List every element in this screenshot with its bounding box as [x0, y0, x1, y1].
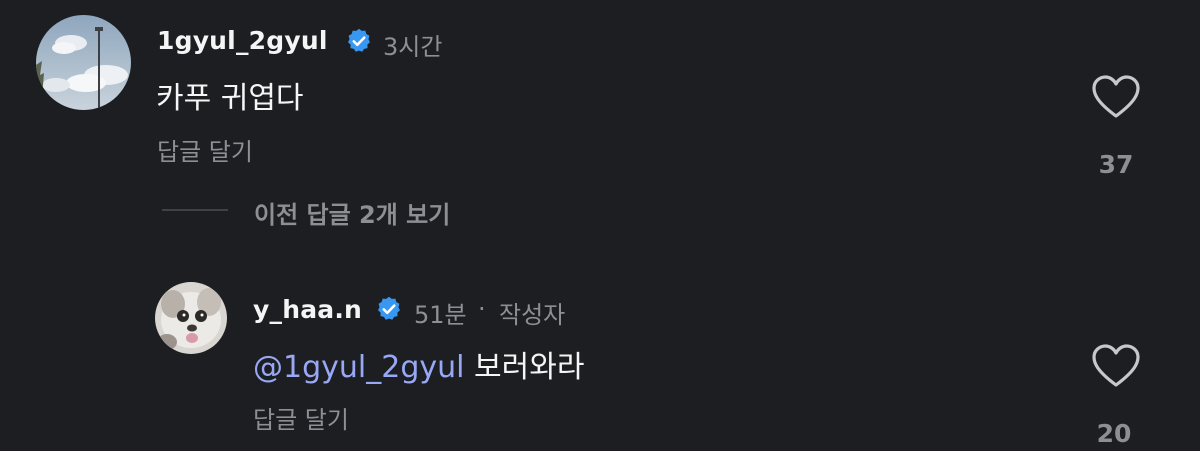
mention-link[interactable]: @1gyul_2gyul	[253, 350, 464, 385]
comment-text: 카푸 귀엽다	[156, 81, 304, 116]
like-count: 20	[1096, 419, 1132, 448]
author-tag: 작성자	[499, 301, 566, 329]
reply-time: 51분	[414, 301, 467, 329]
comment-avatar[interactable]	[36, 15, 131, 110]
reply-text-line: @1gyul_2gyul 보러와라	[253, 342, 584, 386]
verified-badge-icon	[345, 27, 373, 59]
comment-time: 3시간	[383, 33, 443, 61]
heart-outline-icon[interactable]	[1091, 343, 1141, 393]
reply-text: 보러와라	[474, 350, 585, 385]
verified-badge-icon	[375, 295, 403, 327]
comment-username[interactable]: 1gyul_2gyul	[157, 26, 328, 55]
meta-separator: ·	[478, 295, 486, 323]
reply-button[interactable]: 답글 달기	[157, 132, 253, 167]
like-count: 37	[1098, 150, 1134, 179]
view-previous-replies-button[interactable]: 이전 답글 2개 보기	[254, 195, 450, 230]
comments-thread: 1gyul_2gyul 3시간 카푸 귀엽다 답글 달기 37 이전 답글 2개…	[0, 0, 1200, 451]
replies-divider	[162, 209, 228, 211]
reply-avatar[interactable]	[155, 282, 227, 354]
heart-outline-icon[interactable]	[1091, 74, 1141, 124]
sky-avatar-image	[36, 15, 131, 110]
dog-avatar-image	[155, 282, 227, 354]
reply-username[interactable]: y_haa.n	[253, 295, 362, 324]
reply-button[interactable]: 답글 달기	[253, 400, 349, 435]
